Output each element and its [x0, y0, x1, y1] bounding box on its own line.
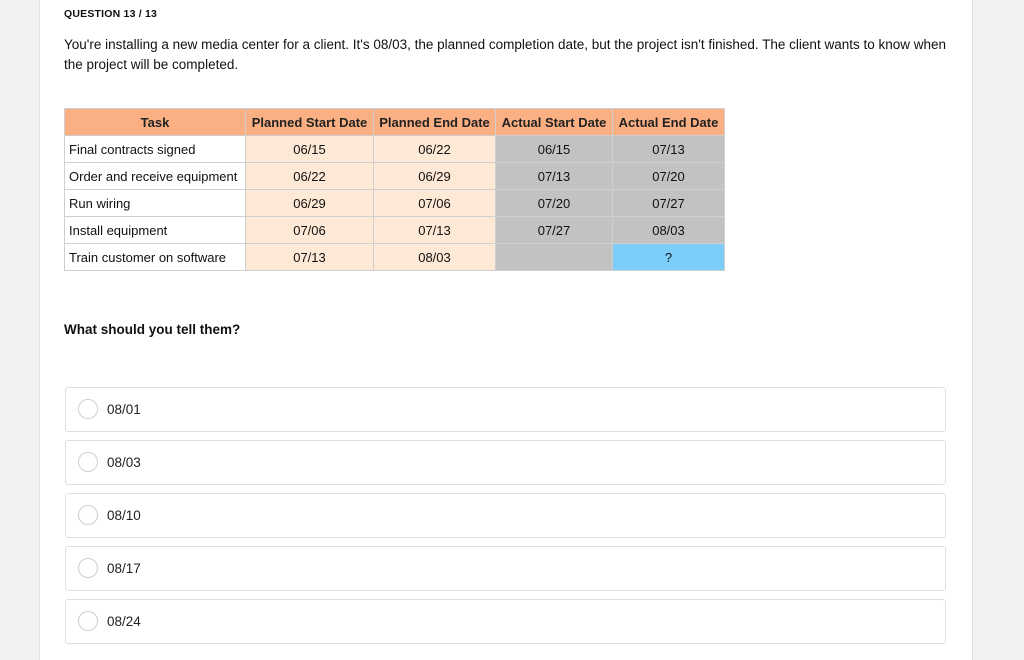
task-name: Final contracts signed — [64, 135, 246, 163]
table-row: Train customer on software 07/13 08/03 ? — [64, 243, 725, 271]
planned-end: 07/06 — [373, 189, 496, 217]
table-row: Install equipment 07/06 07/13 07/27 08/0… — [64, 216, 725, 244]
planned-end: 06/29 — [373, 162, 496, 190]
actual-start: 07/20 — [495, 189, 613, 217]
header-actual-end: Actual End Date — [612, 108, 725, 136]
table-header-row: Task Planned Start Date Planned End Date… — [64, 108, 725, 136]
radio-icon[interactable] — [78, 452, 98, 472]
planned-start: 06/22 — [245, 162, 374, 190]
option-label: 08/03 — [107, 455, 141, 470]
planned-end: 07/13 — [373, 216, 496, 244]
task-name: Run wiring — [64, 189, 246, 217]
question-prompt: You're installing a new media center for… — [64, 37, 947, 72]
answer-option-4[interactable]: 08/17 — [65, 546, 946, 591]
table-row: Run wiring 06/29 07/06 07/20 07/27 — [64, 189, 725, 217]
planned-start: 07/06 — [245, 216, 374, 244]
question-panel: QUESTION 13 / 13 You're installing a new… — [39, 0, 973, 660]
question-number: QUESTION 13 / 13 — [64, 8, 158, 20]
option-label: 08/01 — [107, 402, 141, 417]
schedule-table: Task Planned Start Date Planned End Date… — [64, 108, 725, 271]
header-planned-start: Planned Start Date — [245, 108, 374, 136]
actual-start: 07/27 — [495, 216, 613, 244]
header-actual-start: Actual Start Date — [495, 108, 613, 136]
actual-end: 08/03 — [612, 216, 725, 244]
actual-start — [495, 243, 613, 271]
header-planned-end: Planned End Date — [373, 108, 496, 136]
answer-option-2[interactable]: 08/03 — [65, 440, 946, 485]
option-label: 08/17 — [107, 561, 141, 576]
option-label: 08/24 — [107, 614, 141, 629]
actual-start: 07/13 — [495, 162, 613, 190]
planned-start: 07/13 — [245, 243, 374, 271]
planned-start: 06/29 — [245, 189, 374, 217]
question-ask: What should you tell them? — [64, 322, 241, 337]
radio-icon[interactable] — [78, 558, 98, 578]
answer-option-5[interactable]: 08/24 — [65, 599, 946, 644]
task-name: Install equipment — [64, 216, 246, 244]
task-name: Train customer on software — [64, 243, 246, 271]
answer-option-1[interactable]: 08/01 — [65, 387, 946, 432]
table-row: Order and receive equipment 06/22 06/29 … — [64, 162, 725, 190]
answer-option-3[interactable]: 08/10 — [65, 493, 946, 538]
header-task: Task — [64, 108, 246, 136]
planned-start: 06/15 — [245, 135, 374, 163]
actual-end: 07/13 — [612, 135, 725, 163]
radio-icon[interactable] — [78, 505, 98, 525]
actual-end: 07/27 — [612, 189, 725, 217]
planned-end: 08/03 — [373, 243, 496, 271]
option-label: 08/10 — [107, 508, 141, 523]
planned-end: 06/22 — [373, 135, 496, 163]
task-name: Order and receive equipment — [64, 162, 246, 190]
radio-icon[interactable] — [78, 611, 98, 631]
actual-end: 07/20 — [612, 162, 725, 190]
actual-end-unknown: ? — [612, 243, 725, 271]
table-row: Final contracts signed 06/15 06/22 06/15… — [64, 135, 725, 163]
radio-icon[interactable] — [78, 399, 98, 419]
actual-start: 06/15 — [495, 135, 613, 163]
